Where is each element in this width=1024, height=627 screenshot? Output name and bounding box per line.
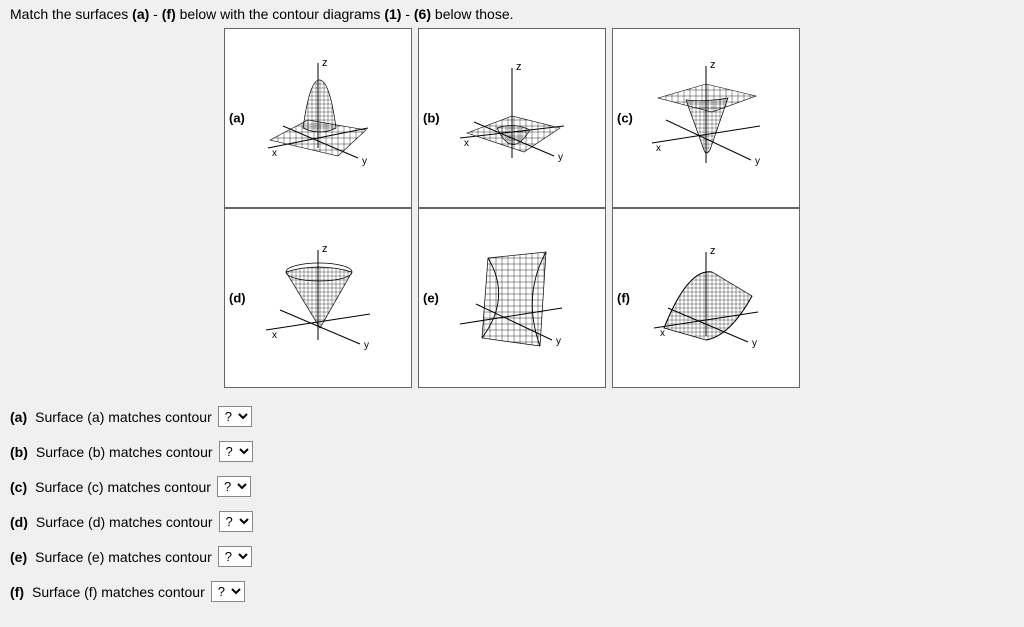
svg-text:y: y xyxy=(755,156,760,167)
svg-text:x: x xyxy=(272,330,277,341)
answer-row-e: (e) Surface (e) matches contour ?123456 xyxy=(10,546,1014,567)
surface-cell-f: (f) z x y xyxy=(612,208,800,388)
contour-select-c[interactable]: ?123456 xyxy=(217,476,251,497)
answer-row-c: (c) Surface (c) matches contour ?123456 xyxy=(10,476,1014,497)
answer-text-f: Surface (f) matches contour xyxy=(32,584,205,600)
svg-text:z: z xyxy=(710,245,716,257)
svg-text:x: x xyxy=(464,138,469,149)
contour-select-e[interactable]: ?123456 xyxy=(218,546,252,567)
answer-row-d: (d) Surface (d) matches contour ?123456 xyxy=(10,511,1014,532)
svg-text:z: z xyxy=(322,243,328,255)
surface-plot-d: z x y xyxy=(225,209,411,387)
surface-label-c: (c) xyxy=(617,111,633,126)
answer-text-e: Surface (e) matches contour xyxy=(35,549,212,565)
surface-plot-e: y xyxy=(419,209,605,387)
surface-plot-b: z x y xyxy=(419,29,605,207)
contour-select-f[interactable]: ?123456 xyxy=(211,581,245,602)
surface-label-e: (e) xyxy=(423,291,439,306)
surface-cell-c: (c) z x y xyxy=(612,28,800,208)
surface-cell-e: (e) y xyxy=(418,208,606,388)
svg-text:z: z xyxy=(710,59,716,71)
contour-select-b[interactable]: ?123456 xyxy=(219,441,253,462)
surface-label-a: (a) xyxy=(229,111,245,126)
contour-select-a[interactable]: ?123456 xyxy=(218,406,252,427)
surface-cell-a: (a) z x y xyxy=(224,28,412,208)
svg-text:y: y xyxy=(362,156,367,167)
contour-select-d[interactable]: ?123456 xyxy=(219,511,253,532)
surface-plot-a: z x y xyxy=(225,29,411,207)
answer-row-f: (f) Surface (f) matches contour ?123456 xyxy=(10,581,1014,602)
svg-text:x: x xyxy=(656,143,661,154)
svg-text:z: z xyxy=(516,61,522,73)
svg-text:y: y xyxy=(558,152,563,163)
answer-text-b: Surface (b) matches contour xyxy=(36,444,213,460)
answer-row-b: (b) Surface (b) matches contour ?123456 xyxy=(10,441,1014,462)
surface-cell-b: (b) z x y xyxy=(418,28,606,208)
surface-plot-c: z x y xyxy=(613,29,799,207)
surface-cell-d: (d) z x y xyxy=(224,208,412,388)
surfaces-grid: (a) z x y (b xyxy=(218,28,806,388)
answer-row-a: (a) Surface (a) matches contour ?123456 xyxy=(10,406,1014,427)
svg-text:y: y xyxy=(752,338,757,349)
answer-text-c: Surface (c) matches contour xyxy=(35,479,211,495)
svg-text:y: y xyxy=(556,336,561,347)
svg-text:y: y xyxy=(364,340,369,351)
svg-text:z: z xyxy=(322,57,328,69)
surface-label-b: (b) xyxy=(423,111,440,126)
answer-text-d: Surface (d) matches contour xyxy=(36,514,213,530)
svg-text:x: x xyxy=(272,148,277,159)
question-text: Match the surfaces (a) - (f) below with … xyxy=(10,6,1014,22)
surface-plot-f: z x y xyxy=(613,209,799,387)
surface-label-d: (d) xyxy=(229,291,246,306)
answer-list: (a) Surface (a) matches contour ?123456 … xyxy=(10,406,1014,602)
svg-text:x: x xyxy=(660,328,665,339)
surface-label-f: (f) xyxy=(617,291,630,306)
answer-text-a: Surface (a) matches contour xyxy=(35,409,212,425)
